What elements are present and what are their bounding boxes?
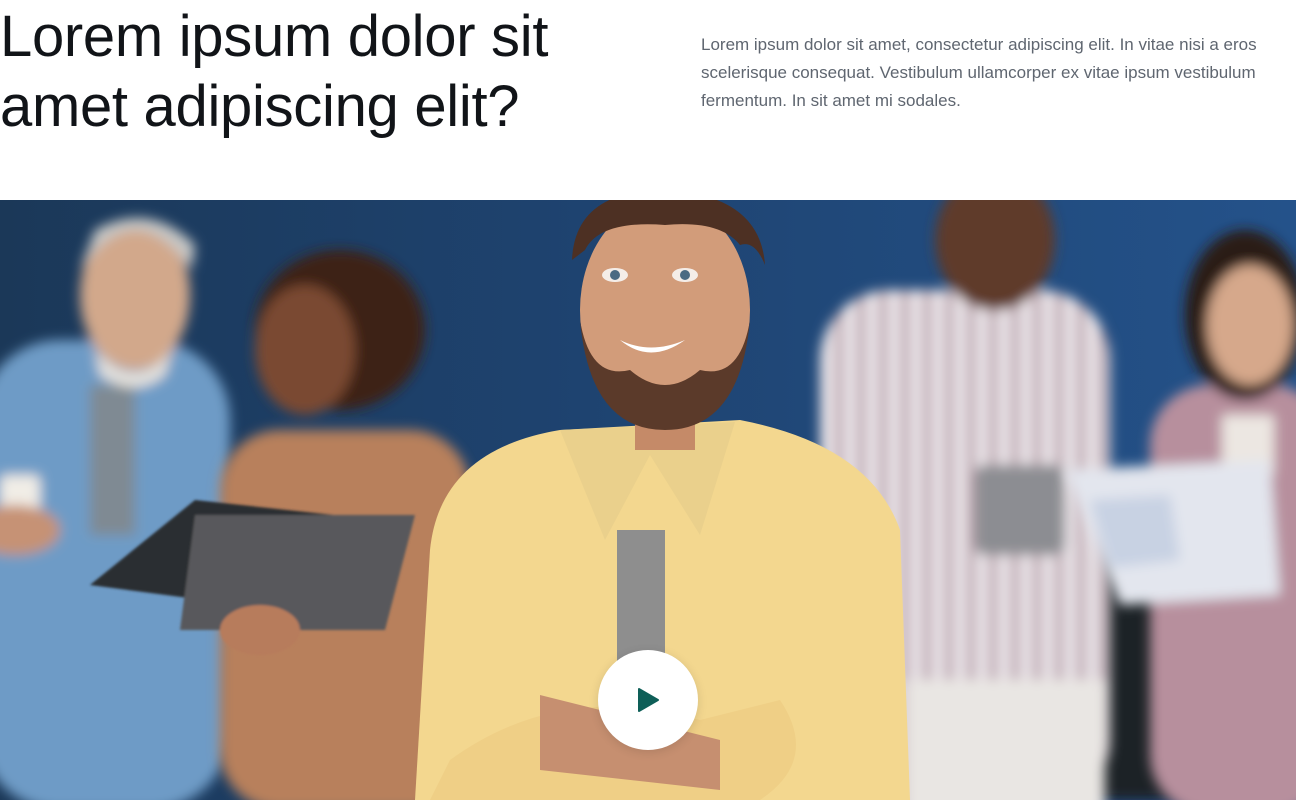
play-icon <box>638 688 659 712</box>
hero-header: Lorem ipsum dolor sit amet adipiscing el… <box>0 0 1296 200</box>
hero-description: Lorem ipsum dolor sit amet, consectetur … <box>701 35 1257 110</box>
hero-title: Lorem ipsum dolor sit amet adipiscing el… <box>0 4 549 139</box>
video-section <box>0 200 1296 800</box>
play-button[interactable] <box>598 650 698 750</box>
